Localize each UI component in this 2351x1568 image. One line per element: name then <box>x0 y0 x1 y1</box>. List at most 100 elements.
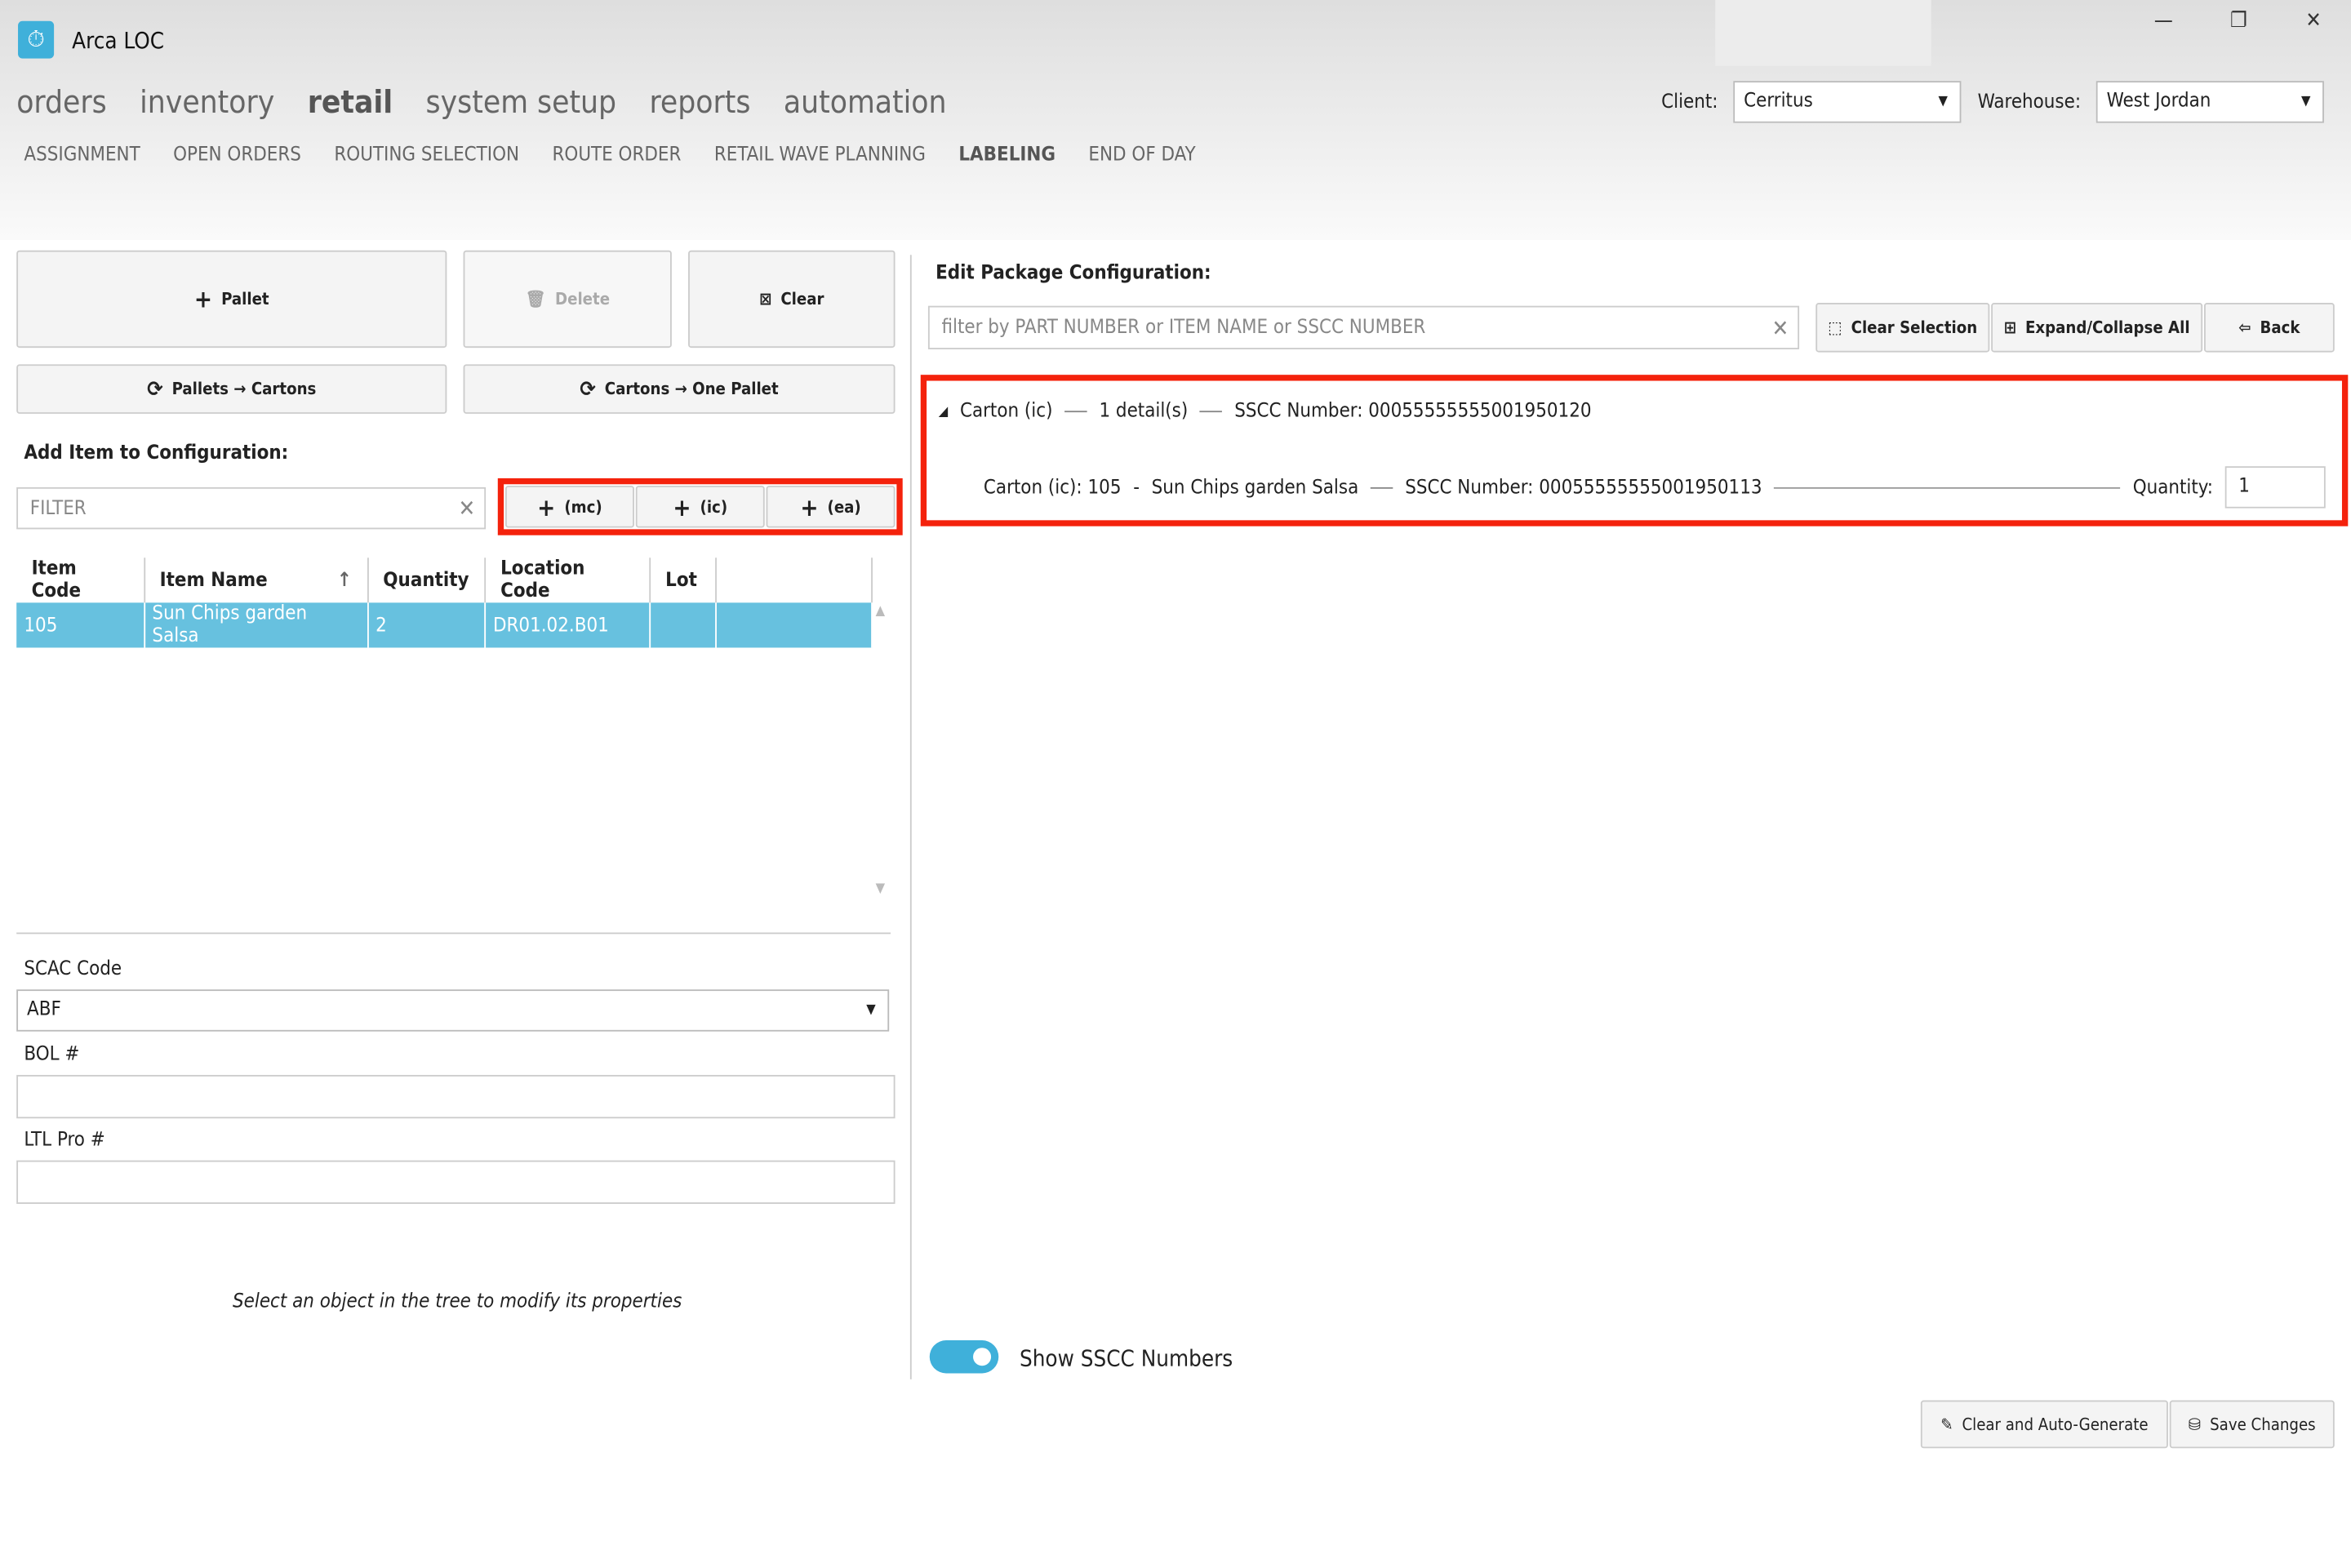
node-details: 1 detail(s) <box>1099 400 1189 423</box>
client-select[interactable]: Cerritus ▼ <box>1733 81 1962 123</box>
cell-item-name: Sun Chips garden Salsa <box>144 602 368 648</box>
tree-icon: ⊞ <box>2003 318 2016 338</box>
clear-icon[interactable]: ✕ <box>1771 314 1789 341</box>
warehouse-value: West Jordan <box>2106 90 2211 113</box>
client-label: Client: <box>1661 91 1718 114</box>
expand-triangle-icon[interactable]: ◢ <box>939 404 948 419</box>
cell-location-code: DR01.02.B01 <box>484 602 651 648</box>
col-item-name-label: Item Name <box>159 569 268 592</box>
col-quantity[interactable]: Quantity <box>367 557 486 603</box>
clear-label: Clear <box>780 289 824 309</box>
tab-labeling[interactable]: LABELING <box>958 144 1056 167</box>
nav-system-setup[interactable]: system setup <box>426 84 617 120</box>
magic-wand-icon: ✎ <box>1940 1414 1953 1434</box>
add-pallet-label: Pallet <box>221 289 269 309</box>
divider <box>16 932 891 935</box>
connector-line <box>1064 411 1087 413</box>
table-row[interactable]: 105 Sun Chips garden Salsa 2 DR01.02.B01 <box>16 602 873 648</box>
app-title: Arca LOC <box>72 27 165 55</box>
close-button[interactable]: ✕ <box>2291 9 2336 33</box>
package-filter-placeholder: filter by PART NUMBER or ITEM NAME or SS… <box>941 316 1426 340</box>
pallets-to-cartons-label: Pallets → Cartons <box>171 379 317 399</box>
node-sscc: SSCC Number: 00055555555001950120 <box>1234 400 1592 423</box>
main-nav: orders inventory retail system setup rep… <box>16 84 946 120</box>
save-changes-button[interactable]: ⛁ Save Changes <box>2169 1400 2335 1449</box>
add-ic-button[interactable]: + (ic) <box>635 486 765 528</box>
tree-child[interactable]: Carton (ic): 105 - Sun Chips garden Sals… <box>984 466 2326 509</box>
clear-button[interactable]: ⊠ Clear <box>688 250 896 349</box>
package-filter-input[interactable]: filter by PART NUMBER or ITEM NAME or SS… <box>927 305 1800 349</box>
titlebar-blank <box>1715 0 1931 66</box>
clear-selection-button[interactable]: ⬚ Clear Selection <box>1815 303 1990 353</box>
auto-generate-label: Clear and Auto-Generate <box>1962 1414 2149 1434</box>
tab-routing-selection[interactable]: ROUTING SELECTION <box>334 144 519 167</box>
table-header: Item Code Item Name ↑ Quantity Location C… <box>16 557 873 603</box>
tree-node[interactable]: ◢ Carton (ic) 1 detail(s) SSCC Number: 0… <box>939 400 1592 423</box>
expand-collapse-button[interactable]: ⊞ Expand/Collapse All <box>1991 303 2203 353</box>
nav-retail[interactable]: retail <box>308 84 393 120</box>
tab-assignment[interactable]: ASSIGNMENT <box>24 144 140 167</box>
connector-line <box>1370 486 1393 488</box>
add-mc-button[interactable]: + (mc) <box>504 486 634 528</box>
add-pallet-button[interactable]: + Pallet <box>16 250 447 349</box>
scroll-up-icon[interactable]: ▲ <box>876 604 885 619</box>
app-logo-icon: ⏱ <box>18 20 55 59</box>
back-button[interactable]: ⇦ Back <box>2203 303 2335 353</box>
nav-reports[interactable]: reports <box>650 84 751 120</box>
plus-icon: + <box>537 492 556 522</box>
bol-label: BOL # <box>24 1043 80 1066</box>
client-value: Cerritus <box>1744 90 1813 113</box>
delete-button[interactable]: 🗑 Delete <box>463 250 672 349</box>
plus-icon: + <box>193 284 213 313</box>
chevron-down-icon: ▼ <box>866 1002 876 1019</box>
col-blank <box>715 557 873 603</box>
add-mc-label: (mc) <box>564 496 602 517</box>
pallets-to-cartons-button[interactable]: ⟳ Pallets → Cartons <box>16 364 447 414</box>
add-item-label: Add Item to Configuration: <box>24 442 289 465</box>
bol-input[interactable] <box>16 1074 896 1119</box>
tab-route-order[interactable]: ROUTE ORDER <box>552 144 681 167</box>
back-label: Back <box>2260 318 2300 338</box>
col-item-code[interactable]: Item Code <box>16 557 145 603</box>
cell-quantity: 2 <box>367 602 486 648</box>
show-sscc-toggle[interactable] <box>929 1340 999 1374</box>
sub-nav: ASSIGNMENT OPEN ORDERS ROUTING SELECTION… <box>24 144 1195 167</box>
col-location-code[interactable]: Location Code <box>484 557 651 603</box>
warehouse-select[interactable]: West Jordan ▼ <box>2095 81 2324 123</box>
scac-value: ABF <box>27 998 61 1021</box>
scac-select[interactable]: ABF ▼ <box>16 989 890 1032</box>
child-sscc: SSCC Number: 00055555555001950113 <box>1405 476 1762 499</box>
tab-end-of-day[interactable]: END OF DAY <box>1088 144 1195 167</box>
tab-open-orders[interactable]: OPEN ORDERS <box>173 144 301 167</box>
quantity-label: Quantity: <box>2132 476 2214 499</box>
filter-input[interactable]: FILTER ✕ <box>16 486 487 530</box>
plus-icon: + <box>800 492 819 522</box>
scroll-down-icon[interactable]: ▼ <box>876 882 885 896</box>
plus-icon: + <box>673 492 691 522</box>
minimize-button[interactable]: — <box>2141 9 2186 33</box>
filter-placeholder: FILTER <box>29 496 87 520</box>
save-icon: ⛁ <box>2188 1414 2202 1434</box>
clear-auto-generate-button[interactable]: ✎ Clear and Auto-Generate <box>1920 1400 2168 1449</box>
clear-selection-icon: ⬚ <box>1828 318 1842 338</box>
child-name: Sun Chips garden Salsa <box>1151 476 1359 499</box>
child-separator: - <box>1133 476 1140 499</box>
add-ea-label: (ea) <box>827 496 861 517</box>
hint-text: Select an object in the tree to modify i… <box>233 1290 682 1313</box>
col-lot[interactable]: Lot <box>649 557 717 603</box>
trash-icon: 🗑 <box>525 289 547 309</box>
tab-retail-wave-planning[interactable]: RETAIL WAVE PLANNING <box>714 144 926 167</box>
ltl-input[interactable] <box>16 1160 896 1204</box>
chevron-down-icon: ▼ <box>2300 94 2311 110</box>
add-ea-button[interactable]: + (ea) <box>766 486 896 528</box>
nav-automation[interactable]: automation <box>784 84 947 120</box>
cartons-to-pallet-button[interactable]: ⟳ Cartons → One Pallet <box>463 364 896 414</box>
nav-inventory[interactable]: inventory <box>140 84 274 120</box>
restore-button[interactable]: ❐ <box>2216 9 2261 33</box>
quantity-input[interactable]: 1 <box>2224 466 2326 509</box>
col-item-name[interactable]: Item Name ↑ <box>144 557 368 603</box>
items-table: Item Code Item Name ↑ Quantity Location C… <box>16 557 873 648</box>
clear-icon[interactable]: ✕ <box>458 495 475 522</box>
clear-selection-label: Clear Selection <box>1851 318 1978 338</box>
nav-orders[interactable]: orders <box>16 84 107 120</box>
